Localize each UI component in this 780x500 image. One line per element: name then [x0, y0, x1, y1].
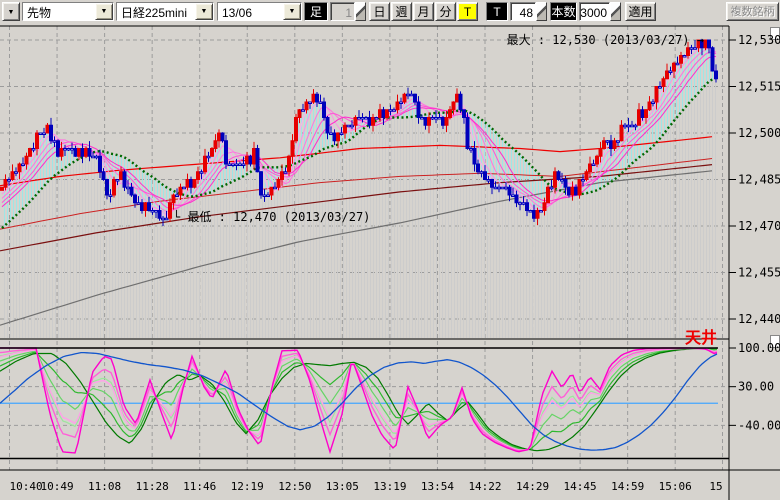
svg-text:12:50: 12:50	[278, 480, 311, 493]
svg-text:13:05: 13:05	[326, 480, 359, 493]
mini-dropdown-button[interactable]: ▼	[2, 2, 20, 21]
period-minute-button[interactable]: 分	[435, 2, 456, 21]
svg-text:14:45: 14:45	[564, 480, 597, 493]
period-tick-button[interactable]: T	[457, 2, 478, 21]
svg-text:12,485: 12,485	[738, 173, 780, 187]
chart-canvas[interactable]: 12,530 12,515 12,500 12,485 12,470 12,455 12,4…	[0, 23, 780, 500]
bars-count-field[interactable]: 3000	[579, 2, 610, 21]
lower-panel	[0, 348, 718, 453]
tick-count-spinner-icon[interactable]	[536, 2, 547, 21]
market-combobox[interactable]: 先物 ▼	[22, 2, 114, 21]
svg-text:15: 15	[709, 480, 722, 493]
svg-text:14:22: 14:22	[468, 480, 501, 493]
svg-text:14:59: 14:59	[611, 480, 644, 493]
svg-text:10:49: 10:49	[40, 480, 73, 493]
multi-symbol-button[interactable]: 複数銘柄	[726, 2, 779, 21]
chevron-down-icon[interactable]: ▼	[95, 3, 113, 20]
apply-button[interactable]: 適用	[625, 2, 656, 21]
market-value: 先物	[23, 3, 95, 20]
period-day-button[interactable]: 日	[369, 2, 390, 21]
svg-text:12,500: 12,500	[738, 126, 780, 140]
x-axis-labels: 10:4010:49 11:08 11:28 11:46 12:19 12:50 13:05…	[10, 480, 723, 493]
interval-spinner-icon[interactable]	[355, 2, 366, 21]
chevron-down-icon: ▼	[8, 9, 15, 16]
svg-text:14:29: 14:29	[516, 480, 549, 493]
svg-text:13:19: 13:19	[373, 480, 406, 493]
svg-text:100.00: 100.00	[738, 341, 780, 355]
ashi-button[interactable]: 足	[304, 2, 328, 21]
svg-text:-40.00: -40.00	[738, 418, 780, 432]
svg-text:11:46: 11:46	[183, 480, 216, 493]
low-annotation: └ 最低 : 12,470 (2013/03/27)	[173, 209, 370, 224]
y-axis-labels: 12,530 12,515 12,500 12,485 12,470 12,455 12,4…	[738, 33, 780, 432]
band-fills	[2, 40, 716, 338]
high-annotation: 最大 : 12,530 (2013/03/27) →	[507, 33, 704, 47]
svg-text:11:28: 11:28	[136, 480, 169, 493]
bars-button[interactable]: 本数	[550, 2, 577, 21]
svg-text:10:40: 10:40	[10, 480, 43, 493]
svg-text:15:06: 15:06	[659, 480, 692, 493]
svg-text:12,515: 12,515	[738, 80, 780, 94]
contract-month-combobox[interactable]: 13/06 ▼	[217, 2, 302, 21]
chevron-down-icon[interactable]: ▼	[283, 3, 301, 20]
bars-count-spinner-icon[interactable]	[610, 2, 621, 21]
contract-month-value: 13/06	[218, 3, 283, 20]
tick-mode-button[interactable]: T	[486, 2, 508, 21]
svg-text:12:19: 12:19	[231, 480, 264, 493]
svg-text:11:08: 11:08	[88, 480, 121, 493]
chevron-down-icon[interactable]: ▼	[195, 3, 213, 20]
symbol-combobox[interactable]: 日経225mini ▼	[116, 2, 214, 21]
svg-text:30.00: 30.00	[738, 380, 774, 394]
ceiling-label: 天井	[685, 328, 717, 347]
svg-text:13:54: 13:54	[421, 480, 454, 493]
interval-field[interactable]: 1	[330, 2, 355, 21]
svg-text:12,455: 12,455	[738, 266, 780, 280]
toolbar: ▼ 先物 ▼ 日経225mini ▼ 13/06 ▼ 足 1 日 週 月 分 T…	[0, 0, 780, 23]
tick-count-field[interactable]: 48	[510, 2, 536, 21]
period-week-button[interactable]: 週	[391, 2, 412, 21]
period-month-button[interactable]: 月	[413, 2, 434, 21]
symbol-value: 日経225mini	[117, 3, 195, 20]
svg-text:12,440: 12,440	[738, 312, 780, 326]
svg-text:12,470: 12,470	[738, 219, 780, 233]
svg-text:12,530: 12,530	[738, 33, 780, 47]
